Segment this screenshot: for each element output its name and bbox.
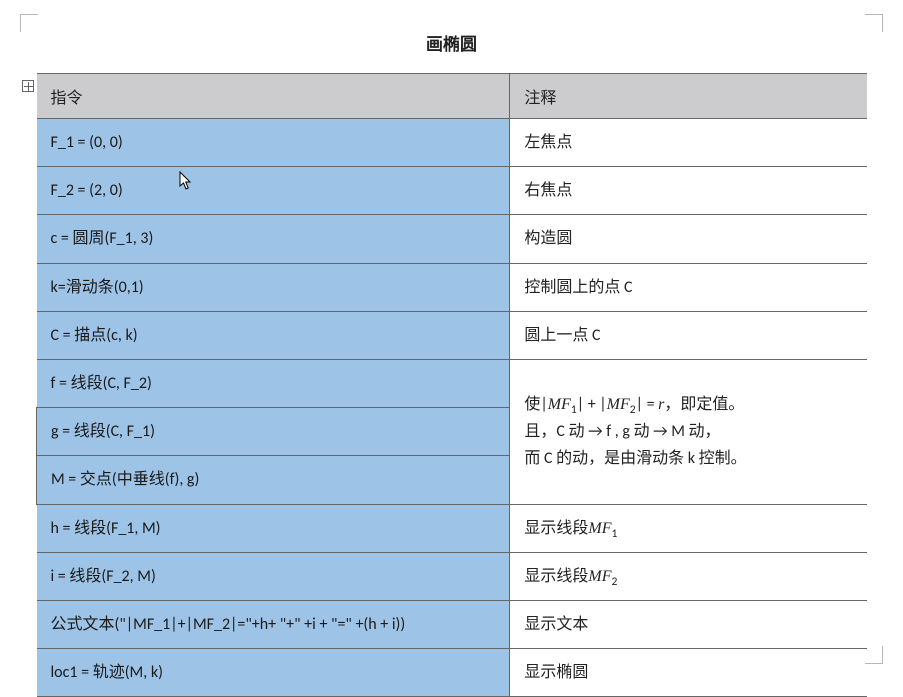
cmd-cell: 公式文本("|MF_1|+|MF_2|="+h+ "+" +i + "=" +(… <box>37 600 510 648</box>
note-cell-merged: 使|MF1| + |MF2| = r，即定值。 且，C 动 → f , g 动 … <box>510 359 867 504</box>
merged-note-line-0: 使|MF1| + |MF2| = r，即定值。 <box>524 391 853 418</box>
cmd-cell: k=滑动条(0,1) <box>37 263 510 311</box>
table-header: 指令 注释 <box>37 74 868 119</box>
table-row: C = 描点(c, k) 圆上一点 C <box>37 311 868 359</box>
note-cell: 构造圆 <box>510 215 867 263</box>
page-corner-br <box>865 646 883 664</box>
instruction-table: 指令 注释 F_1 = (0, 0) 左焦点 F_2 = (2, 0) 右焦点 … <box>36 73 867 697</box>
note-cell: 显示文本 <box>510 600 867 648</box>
table-row: k=滑动条(0,1) 控制圆上的点 C <box>37 263 868 311</box>
table-row: f = 线段(C, F_2) 使|MF1| + |MF2| = r，即定值。 且… <box>37 359 868 407</box>
cmd-cell: F_2 = (2, 0) <box>37 167 510 215</box>
table-row: F_1 = (0, 0) 左焦点 <box>37 119 868 167</box>
table-row: i = 线段(F_2, M) 显示线段MF2 <box>37 552 868 600</box>
note-cell: 显示线段MF2 <box>510 552 867 600</box>
cmd-cell: c = 圆周(F_1, 3) <box>37 215 510 263</box>
merged-note-line-1: 且，C 动 → f , g 动 → M 动， <box>524 418 853 445</box>
table-row: loc1 = 轨迹(M, k) 显示椭圆 <box>37 649 868 697</box>
table-row: c = 圆周(F_1, 3) 构造圆 <box>37 215 868 263</box>
table-row: 公式文本("|MF_1|+|MF_2|="+h+ "+" +i + "=" +(… <box>37 600 868 648</box>
page-corner-tl <box>20 14 38 32</box>
merged-note-line-2: 而 C 的动，是由滑动条 k 控制。 <box>524 445 853 472</box>
page-corner-tr <box>865 14 883 32</box>
table-row: h = 线段(F_1, M) 显示线段MF1 <box>37 504 868 552</box>
cmd-cell: F_1 = (0, 0) <box>37 119 510 167</box>
header-cmd: 指令 <box>37 74 510 119</box>
note-cell: 右焦点 <box>510 167 867 215</box>
note-cell: 控制圆上的点 C <box>510 263 867 311</box>
cmd-cell: loc1 = 轨迹(M, k) <box>37 649 510 697</box>
cmd-cell: f = 线段(C, F_2) <box>37 359 510 407</box>
note-cell: 显示椭圆 <box>510 649 867 697</box>
cmd-cell: M = 交点(中垂线(f), g) <box>37 456 510 504</box>
page-title: 画椭圆 <box>36 30 867 55</box>
cmd-cell: i = 线段(F_2, M) <box>37 552 510 600</box>
cmd-cell: h = 线段(F_1, M) <box>37 504 510 552</box>
note-cell: 左焦点 <box>510 119 867 167</box>
header-note: 注释 <box>510 74 867 119</box>
cmd-cell: C = 描点(c, k) <box>37 311 510 359</box>
table-anchor-icon[interactable] <box>22 80 34 92</box>
table-row: F_2 = (2, 0) 右焦点 <box>37 167 868 215</box>
note-cell: 圆上一点 C <box>510 311 867 359</box>
note-cell: 显示线段MF1 <box>510 504 867 552</box>
cmd-cell: g = 线段(C, F_1) <box>37 408 510 456</box>
